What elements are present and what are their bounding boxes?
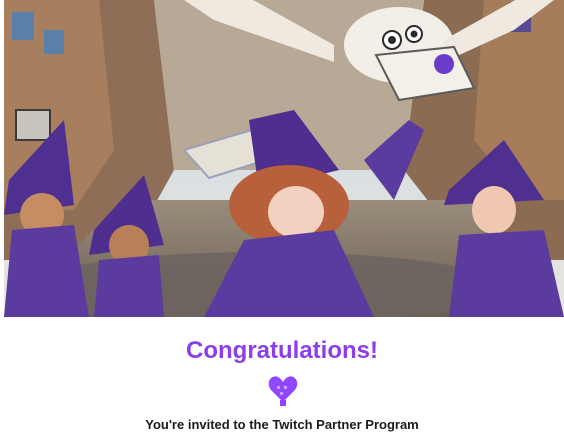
hero-illustration	[4, 0, 564, 317]
twitch-heart-icon	[268, 372, 298, 406]
congratulations-title: Congratulations!	[186, 337, 378, 364]
invitation-card: Congratulations! You're invited to the T…	[0, 317, 564, 447]
invite-message: You're invited to the Twitch Partner Pro…	[145, 417, 419, 432]
